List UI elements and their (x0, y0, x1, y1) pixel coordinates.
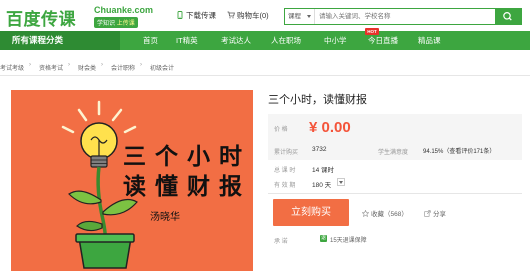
phone-icon (177, 11, 183, 19)
breadcrumb-item[interactable]: 财会类 (78, 63, 96, 72)
breadcrumb: 考试考级 › 资格考试 › 财会类 › 会计职称 › 初级会计 (0, 56, 530, 76)
hours-label: 总 课 时 (274, 168, 296, 174)
hours-value: 14 课时 (312, 167, 335, 174)
course-cover-image[interactable]: 三个小时 读懂财报 汤晓华 (11, 90, 253, 271)
breadcrumb-separator: › (101, 62, 103, 68)
stats-panel: 累计购买 3732 学生满意度 94.15%（查看评价171条） (268, 141, 522, 160)
search-category-select[interactable]: 课程 (285, 9, 315, 24)
favorite-button[interactable]: 收藏（568） (362, 208, 408, 218)
breadcrumb-separator: › (68, 62, 70, 68)
share-label: 分享 (433, 211, 446, 218)
purchases-count: 3732 (312, 146, 327, 153)
chevron-down-icon (339, 181, 343, 184)
search-bar: 课程 (284, 8, 522, 25)
hot-badge: HOT (365, 28, 379, 35)
service-value: 15天退课保障 (330, 238, 367, 244)
cart-label: 购物车(0) (237, 11, 269, 20)
purchases-label: 累计购买 (274, 150, 299, 156)
slogan-part-b: 上传课 (116, 21, 135, 27)
breadcrumb-item[interactable]: 资格考试 (39, 63, 63, 72)
course-title: 三个小时，读懂财报 (268, 94, 367, 106)
breadcrumb-item[interactable]: 初级会计 (150, 63, 174, 72)
download-app-label: 下载传课 (186, 11, 216, 20)
cover-title-line-1: 三个小时 (123, 143, 251, 170)
search-button[interactable] (495, 9, 521, 24)
divider (268, 193, 522, 194)
all-categories-menu[interactable]: 所有课程分类 (0, 31, 120, 50)
price-label: 价 格 (274, 127, 288, 133)
nav-item-k12[interactable]: 中小学 (324, 31, 347, 50)
site-logo-en[interactable]: Chuanke.com (94, 5, 153, 15)
satisfaction-value[interactable]: 94.15%（查看评价171条） (423, 146, 495, 155)
validity-dropdown[interactable] (337, 178, 345, 186)
cover-author: 汤晓华 (150, 212, 180, 223)
star-icon (362, 210, 369, 217)
cart-link[interactable]: 购物车(0) (227, 10, 269, 21)
breadcrumb-separator: › (29, 62, 31, 68)
download-app-link[interactable]: 下载传课 (176, 10, 216, 21)
satisfaction-label: 学生满意度 (378, 150, 409, 156)
validity-label: 有 效 期 (274, 183, 296, 189)
search-input[interactable] (317, 9, 477, 24)
nav-item-career[interactable]: 人在职场 (271, 31, 301, 50)
share-icon (424, 210, 431, 217)
site-slogan: 学知识 上传课 (94, 17, 138, 28)
buy-now-button[interactable]: 立刻购买 (273, 199, 349, 226)
chevron-down-icon (307, 15, 311, 18)
validity-value: 180 天 (312, 182, 332, 189)
refund-badge: 退 (320, 235, 327, 242)
course-price: ¥ 0.00 (309, 119, 351, 136)
service-label: 承 诺 (274, 239, 288, 245)
breadcrumb-item[interactable]: 会计职称 (111, 63, 135, 72)
nav-item-it[interactable]: IT精英 (176, 31, 198, 50)
price-panel: 价 格 ¥ 0.00 (268, 114, 522, 142)
main-nav: 所有课程分类 首页 IT精英 考试达人 人在职场 中小学 今日直播 精品课 (0, 31, 530, 50)
breadcrumb-item[interactable]: 考试考级 (0, 63, 24, 72)
cover-title-line-2: 读懂财报 (123, 173, 251, 200)
favorite-label: 收藏（568） (371, 211, 408, 218)
slogan-part-a: 学知识 (97, 21, 116, 27)
nav-item-premium[interactable]: 精品课 (418, 31, 441, 50)
nav-item-home[interactable]: 首页 (143, 31, 158, 50)
search-category-value: 课程 (288, 13, 301, 20)
nav-item-exam[interactable]: 考试达人 (221, 31, 251, 50)
site-logo[interactable]: 百度传课 (6, 5, 76, 30)
cart-icon (227, 11, 235, 19)
top-bar: 百度传课 Chuanke.com 学知识 上传课 下载传课 购物车(0) 课程 (0, 0, 530, 32)
breadcrumb-separator: › (140, 62, 142, 68)
search-icon (503, 12, 512, 21)
share-button[interactable]: 分享 (424, 208, 446, 218)
